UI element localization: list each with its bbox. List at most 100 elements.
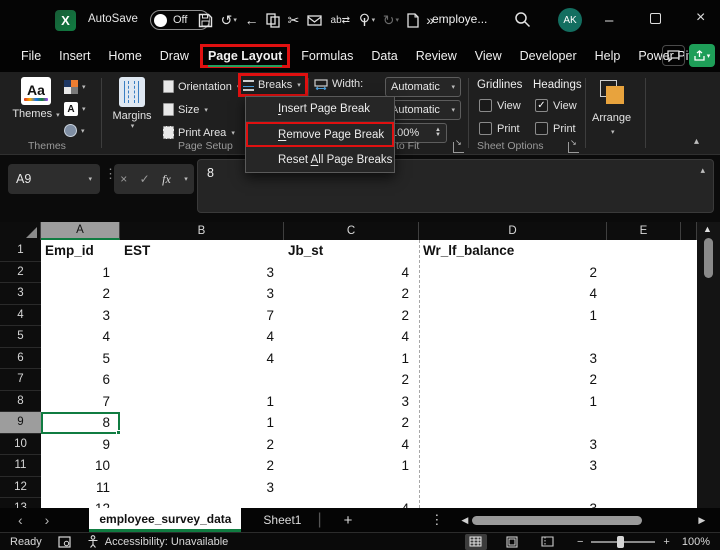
vertical-scrollbar[interactable]: ▲ <box>697 222 720 508</box>
cell-C4[interactable]: 2 <box>284 305 419 327</box>
menu-item-insert-page-break[interactable]: Insert Page Break <box>246 97 394 122</box>
cell-E8[interactable] <box>607 391 681 413</box>
macro-record-icon[interactable] <box>58 535 71 548</box>
scroll-up-icon[interactable]: ▲ <box>703 224 712 234</box>
maximize-button[interactable] <box>650 13 661 24</box>
column-header-partial[interactable] <box>681 222 697 240</box>
cell-E3[interactable] <box>607 283 681 305</box>
touch-mode-icon[interactable]: ▾ <box>358 13 376 27</box>
hscroll-right-icon[interactable]: ▶ <box>698 515 705 526</box>
tab-review[interactable]: Review <box>409 45 464 67</box>
sheet-options-dialog-launcher[interactable] <box>568 142 579 153</box>
tab-file[interactable]: File <box>14 45 48 67</box>
row-header-2[interactable]: 2 <box>0 262 41 284</box>
accessibility-icon[interactable] <box>87 535 99 548</box>
theme-fonts-button[interactable]: A▾ <box>64 102 86 116</box>
column-header-B[interactable]: B <box>120 222 284 240</box>
tab-developer[interactable]: Developer <box>513 45 584 67</box>
size-button[interactable]: Size▾ <box>163 103 208 116</box>
cell-A11[interactable]: 10 <box>41 455 120 477</box>
menu-item-remove-page-break[interactable]: Remove Page Break <box>246 122 394 147</box>
zoom-out-button[interactable]: − <box>577 536 583 548</box>
cell-D11[interactable]: 3 <box>419 455 607 477</box>
row-header-12[interactable]: 12 <box>0 477 41 499</box>
theme-colors-button[interactable]: ▾ <box>64 80 86 94</box>
gridlines-print-checkbox[interactable]: Print <box>479 122 520 135</box>
horizontal-scrollbar[interactable] <box>472 515 672 525</box>
excel-logo-icon[interactable]: X <box>55 10 76 31</box>
email-icon[interactable] <box>307 14 323 27</box>
tab-draw[interactable]: Draw <box>153 45 196 67</box>
cell-E4[interactable] <box>607 305 681 327</box>
cell-B7[interactable] <box>120 369 284 391</box>
row-header-4[interactable]: 4 <box>0 305 41 327</box>
new-document-icon[interactable] <box>407 13 419 28</box>
row-header-10[interactable]: 10 <box>0 434 41 456</box>
cell-C9[interactable]: 2 <box>284 412 419 434</box>
zoom-in-button[interactable]: + <box>663 536 669 548</box>
cell-B6[interactable]: 4 <box>120 348 284 370</box>
cell-D5[interactable] <box>419 326 607 348</box>
cell-E7[interactable] <box>607 369 681 391</box>
minimize-button[interactable]: – <box>605 12 613 29</box>
vertical-scroll-thumb[interactable] <box>704 238 713 278</box>
comments-button[interactable] <box>662 45 685 66</box>
row-header-13[interactable]: 13 <box>0 498 41 508</box>
cell-D1[interactable]: Wr_lf_balance <box>419 240 607 262</box>
row-header-5[interactable]: 5 <box>0 326 41 348</box>
cell-E5[interactable] <box>607 326 681 348</box>
row-header-6[interactable]: 6 <box>0 348 41 370</box>
page-layout-view-button[interactable] <box>501 534 523 550</box>
cell-C6[interactable]: 1 <box>284 348 419 370</box>
accessibility-status[interactable]: Accessibility: Unavailable <box>105 536 229 548</box>
row-header-11[interactable]: 11 <box>0 455 41 477</box>
cell-C12[interactable] <box>284 477 419 499</box>
cell-C7[interactable]: 2 <box>284 369 419 391</box>
column-header-D[interactable]: D <box>419 222 607 240</box>
sheet-tab-employee-survey-data[interactable]: employee_survey_data <box>89 508 241 532</box>
cell-A6[interactable]: 5 <box>41 348 120 370</box>
cell-B1[interactable]: EST <box>120 240 284 262</box>
cell-C13[interactable]: 4 <box>284 498 419 508</box>
cell-E9[interactable] <box>607 412 681 434</box>
account-avatar[interactable]: AK <box>558 8 582 32</box>
sheet-nav-left-icon[interactable]: ‹ <box>18 512 23 528</box>
menu-item-reset-all-page-breaks[interactable]: Reset All Page Breaks <box>246 147 394 172</box>
width-select[interactable]: Automatic▾ <box>385 77 461 97</box>
headings-print-checkbox[interactable]: Print <box>535 122 576 135</box>
row-header-8[interactable]: 8 <box>0 391 41 413</box>
row-header-9[interactable]: 9 <box>0 412 41 434</box>
name-box[interactable]: A9▾ <box>8 164 100 194</box>
select-all-corner[interactable] <box>0 222 41 240</box>
find-replace-icon[interactable]: ab⇄ <box>331 15 351 26</box>
cell-A4[interactable]: 3 <box>41 305 120 327</box>
fill-handle[interactable] <box>116 430 121 435</box>
share-button[interactable]: ▾ <box>689 44 715 67</box>
sheet-more-icon[interactable]: ⋮ <box>430 512 443 528</box>
cell-C10[interactable]: 4 <box>284 434 419 456</box>
cell-D7[interactable]: 2 <box>419 369 607 391</box>
gridlines-view-checkbox[interactable]: View <box>479 99 521 112</box>
column-header-A[interactable]: A <box>41 222 120 240</box>
scale-to-fit-dialog-launcher[interactable] <box>453 142 464 153</box>
row-header-3[interactable]: 3 <box>0 283 41 305</box>
cell-C5[interactable]: 4 <box>284 326 419 348</box>
cell-B4[interactable]: 7 <box>120 305 284 327</box>
column-header-E[interactable]: E <box>607 222 681 240</box>
cell-E11[interactable] <box>607 455 681 477</box>
orientation-button[interactable]: Orientation▾ <box>163 80 240 93</box>
hscroll-left-icon[interactable]: ◀ <box>461 515 468 526</box>
height-select[interactable]: Automatic▾ <box>385 100 461 120</box>
tab-insert[interactable]: Insert <box>52 45 97 67</box>
cancel-icon[interactable]: × <box>120 172 127 186</box>
row-header-1[interactable]: 1 <box>0 240 41 262</box>
cell-A3[interactable]: 2 <box>41 283 120 305</box>
zoom-slider-thumb[interactable] <box>617 536 624 548</box>
sheet-nav-right-icon[interactable]: › <box>45 512 50 528</box>
formula-bar-collapse-icon[interactable]: ▴ <box>700 165 705 176</box>
tab-data[interactable]: Data <box>364 45 404 67</box>
cell-A10[interactable]: 9 <box>41 434 120 456</box>
cell-D12[interactable] <box>419 477 607 499</box>
cell-C1[interactable]: Jb_st <box>284 240 419 262</box>
cell-B12[interactable]: 3 <box>120 477 284 499</box>
